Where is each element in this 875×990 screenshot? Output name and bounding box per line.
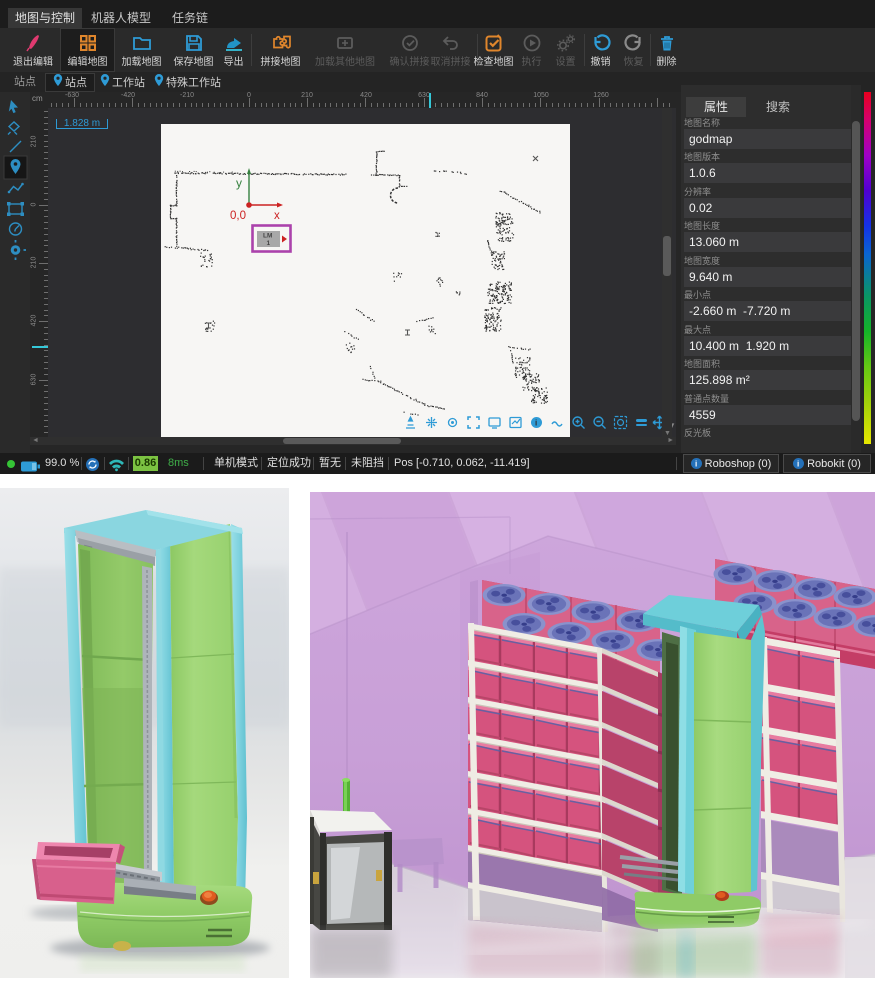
svg-text:i: i <box>695 460 697 469</box>
svg-text:LM: LM <box>263 233 272 240</box>
svg-text:y: y <box>236 176 242 190</box>
svg-text:i: i <box>797 460 799 469</box>
svg-text:x: x <box>274 210 280 222</box>
svg-text:1: 1 <box>267 240 271 247</box>
svg-text:0,0: 0,0 <box>230 210 246 222</box>
svg-text:i: i <box>535 419 537 428</box>
